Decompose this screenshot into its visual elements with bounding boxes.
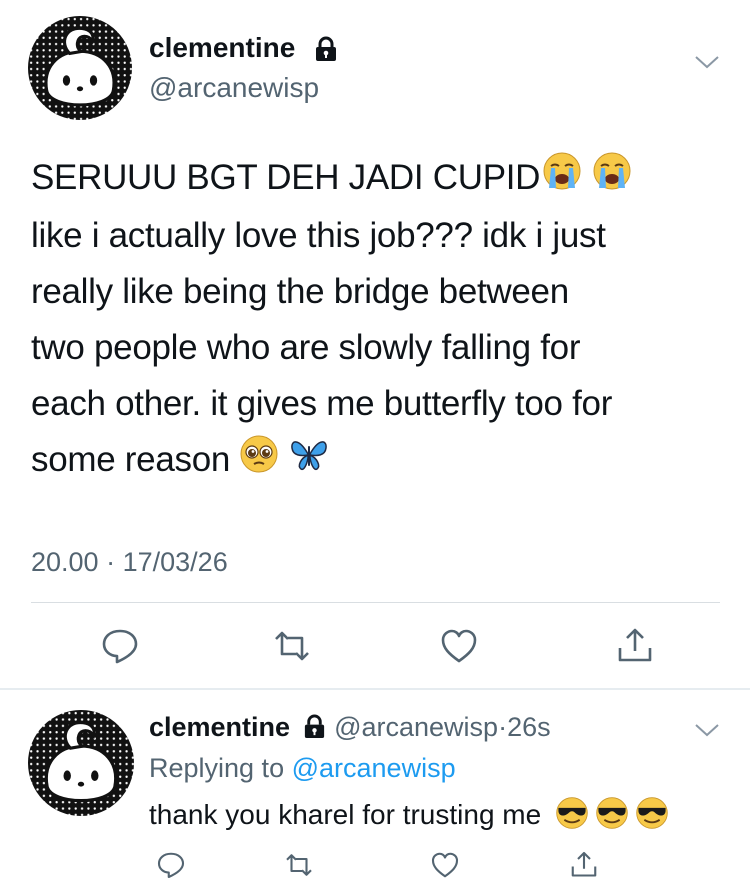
reply-age: 26s [507, 712, 551, 742]
reply-icon [102, 629, 138, 664]
loudly-crying-face-emoji [592, 151, 632, 208]
heart-icon [431, 852, 459, 878]
share-button[interactable] [613, 624, 657, 668]
replying-to-link[interactable]: @arcanewisp [292, 753, 456, 783]
smiling-face-with-sunglasses-emoji [595, 796, 629, 837]
reply-text: thank you kharel for trusting me [149, 796, 669, 837]
pleading-face-emoji [239, 434, 279, 491]
lock-icon [302, 714, 327, 746]
share-icon [618, 628, 652, 662]
butterfly-emoji [289, 434, 329, 491]
tweet-line: like i actually love this job??? idk i j… [31, 216, 606, 256]
loudly-crying-face-emoji [542, 151, 582, 208]
reply-display-name[interactable]: clementine [149, 712, 290, 742]
tweet-line: really like being the bridge between [31, 272, 569, 312]
user-handle[interactable]: @arcanewisp [149, 72, 319, 104]
chevron-down-icon[interactable] [692, 52, 722, 72]
tweet-line: each other. it gives me butterfly too fo… [31, 384, 613, 424]
avatar[interactable] [28, 16, 132, 120]
tweet-line: two people who are slowly falling for [31, 328, 581, 368]
heart-icon [441, 629, 477, 663]
reply-header: clementine @arcanewisp·26s [149, 712, 551, 746]
retweet-icon [275, 631, 309, 661]
lock-icon [313, 36, 339, 62]
reply-button[interactable] [98, 624, 142, 668]
reply-button[interactable] [154, 848, 188, 882]
tweet-text: SERUUU BGT DEH JADI CUPID like i actuall… [31, 150, 731, 491]
chevron-down-icon[interactable] [692, 720, 722, 740]
section-divider [0, 688, 750, 690]
reply-avatar[interactable] [28, 710, 134, 816]
tweet-line: SERUUU BGT DEH JADI CUPID [31, 150, 731, 208]
retweet-button[interactable] [282, 848, 316, 882]
tweet-timestamp[interactable]: 20.00 · 17/03/26 [31, 547, 228, 578]
reply-user-handle[interactable]: @arcanewisp [334, 712, 498, 742]
like-button[interactable] [437, 624, 481, 668]
display-name[interactable]: clementine [149, 32, 295, 64]
divider [31, 602, 720, 603]
replying-to: Replying to @arcanewisp [149, 753, 456, 783]
smiling-face-with-sunglasses-emoji [555, 796, 589, 837]
smiling-face-with-sunglasses-emoji [635, 796, 669, 837]
retweet-icon [286, 854, 312, 876]
retweet-button[interactable] [270, 624, 314, 668]
share-icon [571, 851, 597, 877]
reply-icon [157, 852, 185, 879]
share-button[interactable] [567, 848, 601, 882]
tweet-line: some reason [31, 432, 731, 490]
like-button[interactable] [428, 848, 462, 882]
